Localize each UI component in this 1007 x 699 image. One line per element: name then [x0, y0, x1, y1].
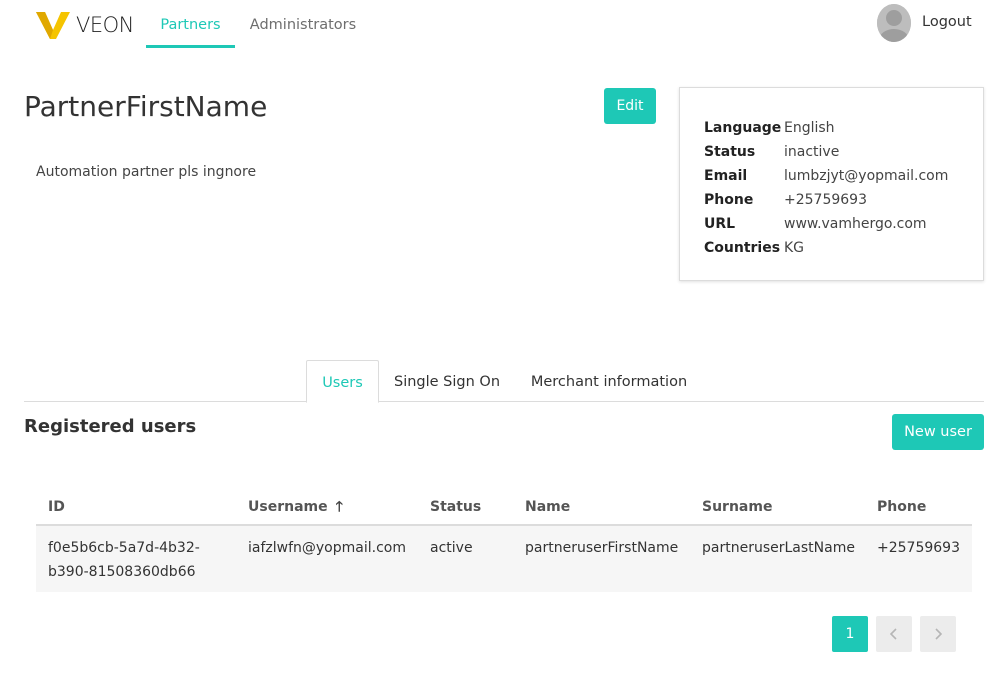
veon-logo[interactable]: VEON — [36, 10, 134, 40]
column-header-phone[interactable]: Phone — [877, 488, 926, 526]
cell-name: partneruserFirstName — [525, 540, 679, 556]
pagination-prev-button[interactable] — [876, 616, 912, 652]
detail-row-language: Language English — [704, 116, 983, 140]
logout-link[interactable]: Logout — [922, 14, 972, 30]
detail-label: Status — [704, 144, 756, 160]
detail-label: URL — [704, 216, 736, 232]
user-avatar-icon — [877, 4, 911, 42]
table-header: ID Username 🡑 Status Name Surname Phone — [36, 488, 972, 528]
arrow-up-icon: 🡑 — [335, 499, 343, 515]
cell-phone: +25759693 — [877, 540, 960, 556]
cell-username: iafzlwfn@yopmail.com — [248, 540, 406, 556]
veon-logo-mark-icon — [36, 12, 70, 39]
detail-label: Email — [704, 168, 748, 184]
tab-users[interactable]: Users — [306, 360, 379, 403]
column-label: Phone — [877, 499, 927, 515]
column-header-username[interactable]: Username 🡑 — [236, 488, 418, 528]
partner-tabs: Users Single Sign On Merchant informatio… — [24, 360, 984, 403]
column-header-status[interactable]: Status — [430, 488, 481, 526]
column-label: Status — [430, 499, 482, 515]
column-header-name[interactable]: Name — [525, 488, 570, 526]
column-label: ID — [48, 499, 65, 515]
section-title: Registered users — [24, 416, 197, 437]
top-nav-bar: VEON Partners Administrators Logout — [0, 0, 1007, 52]
cell-id: f0e5b6cb-5a7d-4b32- b390-81508360db66 — [48, 536, 200, 584]
column-label: Name — [525, 499, 571, 515]
detail-row-countries: Countries KG — [704, 236, 983, 260]
detail-value: www.vamhergo.com — [784, 216, 927, 232]
cell-status: active — [430, 540, 473, 556]
chevron-left-icon — [889, 628, 897, 640]
detail-row-phone: Phone +25759693 — [704, 188, 983, 212]
pagination-page-1[interactable]: 1 — [832, 616, 868, 652]
cell-id-line: b390-81508360db66 — [48, 564, 196, 580]
page-title: PartnerFirstName — [24, 90, 268, 123]
column-label: Surname — [702, 499, 773, 515]
cell-id-line: f0e5b6cb-5a7d-4b32- — [48, 540, 200, 556]
logo-text: VEON — [76, 13, 134, 37]
user-avatar[interactable] — [877, 4, 911, 42]
detail-label: Phone — [704, 192, 754, 208]
detail-row-status: Status inactive — [704, 140, 983, 164]
nav-tab-administrators[interactable]: Administrators — [244, 0, 362, 48]
users-table: ID Username 🡑 Status Name Surname Phone f… — [36, 488, 972, 592]
column-label: Username — [248, 499, 328, 515]
chevron-right-icon — [935, 628, 943, 640]
table-row[interactable]: f0e5b6cb-5a7d-4b32- b390-81508360db66 ia… — [36, 526, 972, 592]
detail-value: lumbzjyt@yopmail.com — [784, 168, 949, 184]
edit-button[interactable]: Edit — [604, 88, 656, 124]
nav-tab-partners[interactable]: Partners — [146, 0, 235, 48]
detail-label: Countries — [704, 240, 781, 256]
detail-row-email: Email lumbzjyt@yopmail.com — [704, 164, 983, 188]
detail-value: KG — [784, 240, 805, 256]
partner-description: Automation partner pls ingnore — [36, 164, 257, 180]
detail-row-url: URL www.vamhergo.com — [704, 212, 983, 236]
tab-merchant-information[interactable]: Merchant information — [520, 360, 698, 402]
tab-single-sign-on[interactable]: Single Sign On — [384, 360, 510, 402]
detail-value: English — [784, 120, 835, 136]
pagination-next-button[interactable] — [920, 616, 956, 652]
column-header-surname[interactable]: Surname — [702, 488, 772, 526]
new-user-button[interactable]: New user — [892, 414, 984, 450]
detail-value: +25759693 — [784, 192, 867, 208]
detail-value: inactive — [784, 144, 840, 160]
partner-details-card: Language English Status inactive Email l… — [679, 87, 984, 281]
cell-surname: partneruserLastName — [702, 540, 855, 556]
detail-label: Language — [704, 120, 782, 136]
column-header-id[interactable]: ID — [48, 488, 65, 526]
